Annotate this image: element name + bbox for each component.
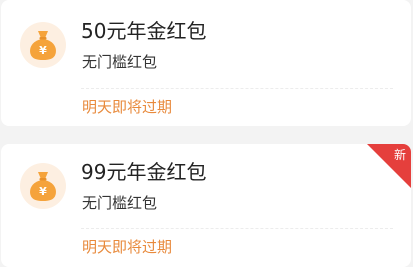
coupon-expiry: 明天即将过期: [82, 238, 173, 256]
coupon-title: 50元年金红包: [81, 19, 207, 43]
svg-text:¥: ¥: [39, 44, 47, 57]
divider: [81, 88, 393, 89]
coupon-card[interactable]: ¥ 99元年金红包 无门槛红包 明天即将过期 新: [1, 144, 411, 267]
coupon-card[interactable]: ¥ 50元年金红包 无门槛红包 明天即将过期: [1, 0, 411, 126]
divider: [81, 228, 393, 229]
coupon-expiry: 明天即将过期: [82, 98, 173, 116]
coupon-subtitle: 无门槛红包: [82, 194, 158, 212]
coupon-title: 99元年金红包: [81, 160, 207, 184]
money-bag-icon: ¥: [20, 163, 66, 209]
svg-text:¥: ¥: [39, 185, 47, 198]
new-badge: 新: [367, 144, 411, 188]
money-bag-icon: ¥: [20, 22, 66, 68]
coupon-subtitle: 无门槛红包: [82, 53, 158, 71]
new-badge-label: 新: [393, 148, 406, 162]
